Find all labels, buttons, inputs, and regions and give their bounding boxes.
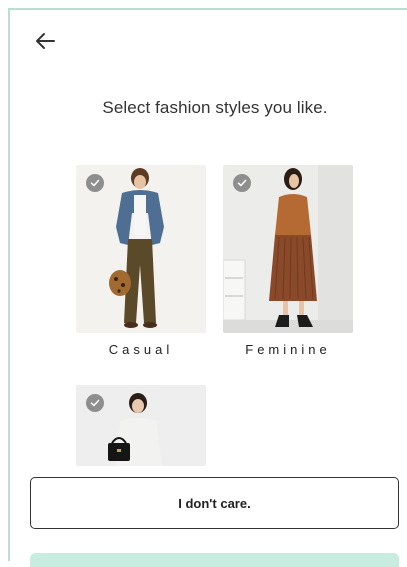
back-arrow-icon[interactable]: [34, 30, 56, 52]
page-title: Select fashion styles you like.: [102, 98, 328, 117]
dont-care-button[interactable]: I don't care.: [30, 477, 399, 529]
style-card-feminine[interactable]: Feminine: [223, 165, 353, 357]
style-label-feminine: Feminine: [245, 342, 331, 357]
style-label-casual: Casual: [108, 342, 174, 357]
style-card-third[interactable]: [76, 385, 206, 466]
selected-check-icon: [86, 394, 104, 412]
style-photo-feminine: [223, 165, 353, 333]
style-card-casual[interactable]: Casual: [76, 165, 206, 357]
style-photo-third: [76, 385, 206, 466]
style-photo-casual: [76, 165, 206, 333]
selected-check-icon: [233, 174, 251, 192]
selected-check-icon: [86, 174, 104, 192]
next-button[interactable]: [30, 553, 399, 567]
